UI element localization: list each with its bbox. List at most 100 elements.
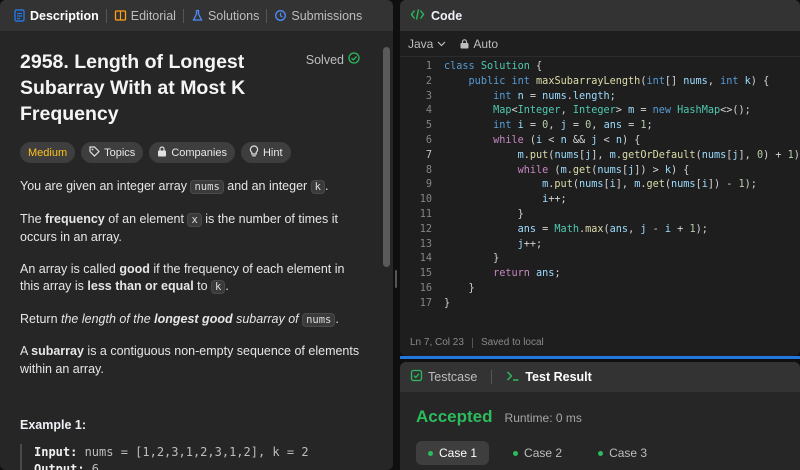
code-line-text: m.put(nums[j], m.getOrDefault(nums[j], 0…	[517, 149, 800, 161]
line-number: 4	[425, 105, 432, 117]
code-line[interactable]: 10 i++;	[400, 193, 800, 208]
companies-label: Companies	[171, 146, 227, 159]
auto-mode-toggle[interactable]: Auto	[460, 37, 498, 51]
case-tab[interactable]: Case 3	[586, 441, 659, 465]
hint-chip[interactable]: Hint	[240, 142, 291, 163]
editor-status-bar: Ln 7, Col 23 Saved to local	[410, 337, 544, 348]
code-line[interactable]: 6 while (i < n && j < n) {	[400, 134, 800, 149]
line-number: 11	[419, 208, 432, 220]
code-line[interactable]: 8 while (m.get(nums[j]) > k) {	[400, 164, 800, 179]
line-number: 6	[425, 134, 432, 146]
case-label: Case 3	[609, 446, 648, 460]
code-line-text: }	[444, 282, 475, 294]
tag-icon	[89, 145, 100, 160]
code-line[interactable]: 7 m.put(nums[j], m.getOrDefault(nums[j],…	[400, 149, 800, 164]
code-line-text: return ans;	[493, 268, 561, 280]
code-line[interactable]: 5 int i = 0, j = 0, ans = 1;	[400, 119, 800, 134]
description-paragraph: An array is called good if the frequency…	[20, 261, 345, 294]
example-title: Example 1:	[20, 418, 87, 432]
problem-chips: Medium Topics Companies Hint	[20, 142, 360, 163]
line-number: 16	[419, 282, 432, 294]
code-line-text: m.put(nums[i], m.get(nums[i]) - 1);	[542, 179, 757, 191]
line-number: 7	[425, 149, 432, 161]
tab-separator	[491, 370, 493, 384]
pass-dot-icon	[598, 450, 604, 456]
case-tab[interactable]: Case 2	[501, 441, 574, 465]
line-number: 12	[419, 223, 432, 235]
code-line[interactable]: 4 Map<Integer, Integer> m = new HashMap<…	[400, 104, 800, 119]
line-number: 8	[425, 164, 432, 176]
code-line[interactable]: 17}	[400, 297, 800, 312]
code-line-text: int n = nums.length;	[493, 90, 616, 102]
code-line[interactable]: 9 m.put(nums[i], m.get(nums[i]) - 1);	[400, 178, 800, 193]
code-panel-title: Code	[431, 8, 463, 23]
description-paragraph: You are given an integer array nums and …	[20, 179, 329, 194]
code-line[interactable]: 15 return ans;	[400, 267, 800, 282]
tab-test-result[interactable]: Test Result	[506, 370, 592, 385]
code-line-text: while (m.get(nums[j]) > k) {	[517, 164, 690, 176]
tab-description[interactable]: Description	[6, 0, 106, 31]
tab-solutions[interactable]: Solutions	[184, 0, 266, 31]
line-number: 2	[425, 75, 432, 87]
description-paragraph: Return the length of the longest good su…	[20, 311, 339, 327]
line-number: 15	[419, 268, 432, 280]
vertical-resize-handle[interactable]	[395, 270, 397, 288]
line-number: 17	[419, 297, 432, 309]
companies-chip[interactable]: Companies	[149, 142, 235, 163]
code-line-text: class Solution {	[444, 61, 543, 72]
example-input-value: nums = [1,2,3,1,2,3,1,2], k = 2	[77, 445, 309, 459]
code-line[interactable]: 1 class Solution {	[400, 60, 800, 75]
runtime-label: Runtime: 0 ms	[504, 411, 582, 425]
code-line-text: }	[444, 208, 524, 220]
example-block: Input: nums = [1,2,3,1,2,3,1,2], k = 2 O…	[20, 444, 360, 470]
description-tabbar: Description Editorial Solutions Submissi…	[0, 0, 393, 31]
case-tab[interactable]: Case 1	[416, 441, 490, 465]
code-line[interactable]: 13 j++;	[400, 238, 800, 253]
horizontal-resize-handle[interactable]	[400, 356, 800, 359]
lightbulb-icon	[249, 145, 259, 160]
terminal-icon	[506, 370, 520, 385]
line-number: 3	[425, 90, 432, 102]
code-line[interactable]: 14 }	[400, 252, 800, 267]
tab-editorial[interactable]: Editorial	[107, 0, 183, 31]
code-line[interactable]: 3 int n = nums.length;	[400, 90, 800, 105]
problem-title: 2958. Length of Longest Subarray With at…	[20, 51, 246, 125]
lock-icon	[157, 145, 167, 160]
difficulty-badge: Medium	[20, 142, 76, 163]
code-line[interactable]: 12 ans = Math.max(ans, j - i + 1);	[400, 223, 800, 238]
tab-testcase[interactable]: Testcase	[410, 369, 477, 385]
code-panel: Code Java Auto 1 class Solution {2 public…	[400, 0, 800, 356]
topics-chip[interactable]: Topics	[81, 142, 144, 163]
code-line[interactable]: 11 }	[400, 208, 800, 223]
problem-description: You are given an integer array nums and …	[20, 178, 360, 378]
check-circle-icon	[348, 52, 360, 67]
case-label: Case 2	[524, 446, 563, 460]
verdict-label: Accepted	[416, 407, 493, 426]
line-number: 9	[425, 179, 432, 191]
case-label: Case 1	[439, 446, 478, 460]
hint-label: Hint	[262, 146, 283, 159]
code-line[interactable]: 16 }	[400, 282, 800, 297]
result-panel: Testcase Test Result Accepted Runtime: 0…	[400, 362, 800, 470]
description-scrollbar[interactable]	[383, 41, 390, 470]
code-line[interactable]: 2 public int maxSubarrayLength(int[] num…	[400, 75, 800, 90]
code-line-text: ans = Math.max(ans, j - i + 1);	[517, 223, 708, 235]
tab-solutions-label: Solutions	[207, 8, 260, 23]
tab-submissions-label: Submissions	[291, 8, 363, 23]
line-number: 10	[419, 194, 432, 206]
language-select[interactable]: Java	[408, 37, 446, 51]
tab-test-result-label: Test Result	[525, 370, 592, 384]
code-editor[interactable]: 1 class Solution {2 public int maxSubarra…	[400, 60, 800, 325]
chevron-down-icon	[437, 41, 446, 47]
code-line-text: i++;	[542, 194, 567, 206]
code-brackets-icon	[410, 8, 425, 24]
code-line-text: j++;	[517, 238, 543, 250]
scrollbar-thumb[interactable]	[383, 47, 390, 267]
topics-label: Topics	[104, 146, 136, 159]
problem-content: 2958. Length of Longest Subarray With at…	[0, 31, 380, 470]
pass-dot-icon	[428, 450, 433, 456]
solved-label: Solved	[305, 52, 344, 67]
tab-submissions[interactable]: Submissions	[267, 0, 369, 31]
lock-icon	[460, 38, 469, 49]
book-icon	[114, 9, 127, 22]
